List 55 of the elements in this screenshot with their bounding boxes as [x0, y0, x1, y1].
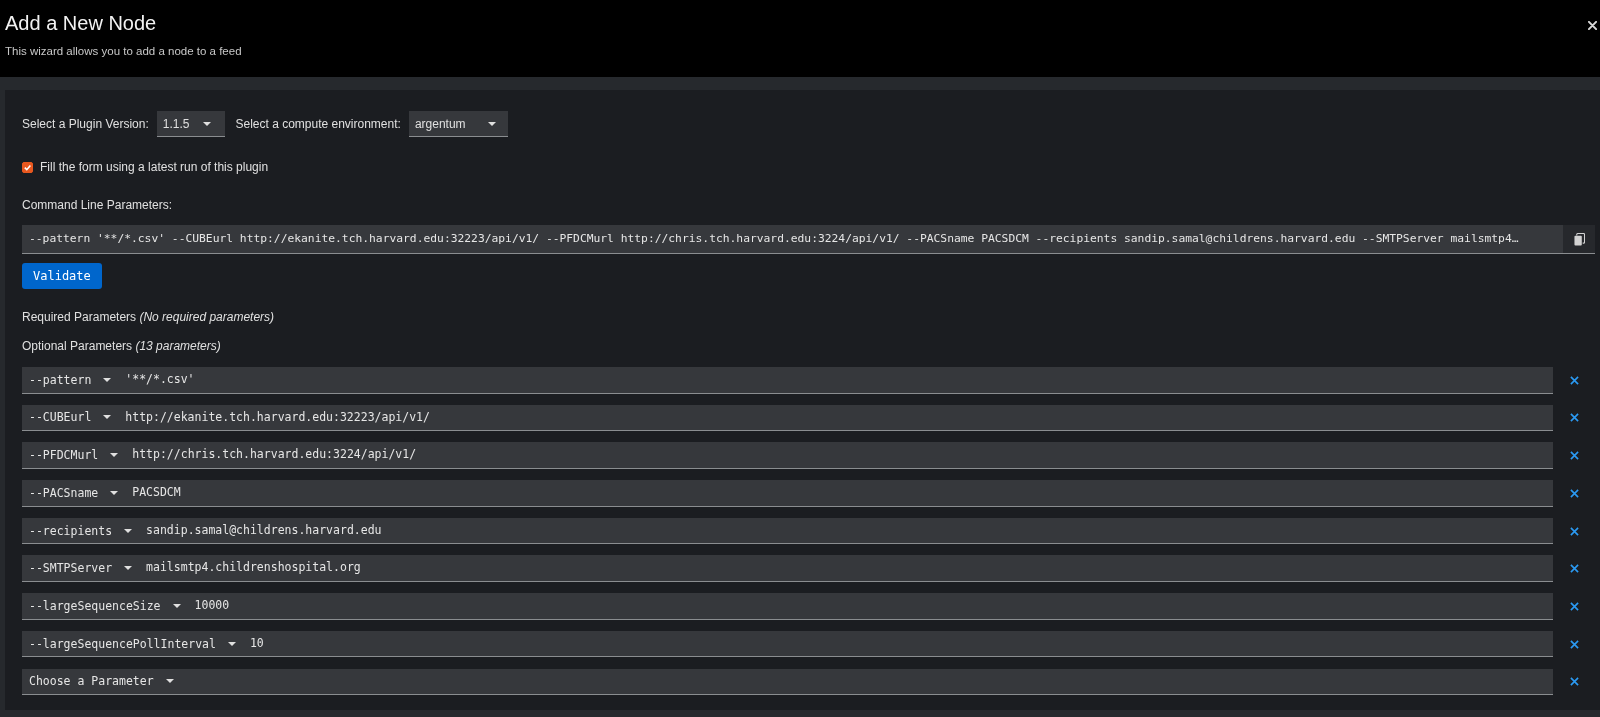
parameter-value-field[interactable]: mailsmtp4.childrenshospital.org	[146, 555, 1553, 582]
parameter-dropdown[interactable]: --recipients	[22, 517, 147, 545]
caret-icon	[487, 121, 496, 126]
caret-icon	[227, 641, 236, 646]
caret-icon	[124, 566, 133, 571]
caret-icon	[110, 490, 119, 495]
caret-icon	[165, 679, 174, 684]
parameter-dropdown[interactable]: --PFDCMurl	[22, 442, 133, 469]
checkbox-label: Fill the form using a latest run of this plugin	[40, 159, 269, 175]
parameter-value-field[interactable]: '**/*.csv'	[125, 367, 1553, 394]
close-icon	[1569, 526, 1579, 536]
close-icon	[1569, 601, 1579, 611]
parameter-dropdown[interactable]: --largeSequencePollInterval	[22, 630, 250, 658]
parameter-value-field[interactable]: 10	[249, 630, 1553, 658]
close-icon	[1569, 413, 1579, 423]
parameter-value-field[interactable]: http://chris.tch.harvard.edu:3224/api/v1/	[132, 442, 1553, 469]
close-icon	[1569, 375, 1579, 385]
parameter-dropdown[interactable]: --SMTPServer	[22, 555, 147, 582]
dialog-title: Add a New Node	[5, 11, 158, 36]
dialog-subtitle: This wizard allows you to add a node to a feed	[5, 44, 242, 58]
command-line-field[interactable]: --pattern '**/*.csv' --CUBEurl http://ekanite.tch.harvard.edu:32223/api/v1/ --PFDCMurl http://chris.tch.harvard.edu:3224/api/v1/ --PACSname PACSDCM --recipients sandip.samal@childrens.harvard.edu --SMTPServer mailsmtp4…	[22, 225, 1563, 254]
parameter-dropdown[interactable]: --largeSequenceSize	[22, 593, 195, 620]
checkbox[interactable]	[22, 161, 33, 173]
plugin-version-select[interactable]: 1.1.5	[156, 111, 226, 137]
parameter-dropdown[interactable]: --PACSname	[22, 480, 133, 507]
caret-icon	[103, 377, 112, 382]
parameter-value-field[interactable]: http://ekanite.tch.harvard.edu:32223/api/v1/	[125, 404, 1553, 432]
caret-icon	[203, 121, 212, 126]
command-line-label: Command Line Parameters:	[22, 198, 173, 213]
optional-parameters-heading: Optional Parameters (13 parameters)	[22, 339, 221, 354]
copy-icon	[1573, 232, 1585, 246]
required-parameters-heading: Required Parameters (No required parameters)	[22, 310, 275, 325]
parameter-value-field[interactable]: PACSDCM	[132, 480, 1553, 507]
copy-button[interactable]	[1563, 225, 1595, 254]
caret-icon	[124, 528, 133, 533]
parameter-dropdown[interactable]: Choose a Parameter	[22, 668, 188, 695]
parameter-value-field[interactable]: sandip.samal@childrens.harvard.edu	[146, 517, 1553, 545]
parameter-value-field[interactable]: 10000	[194, 593, 1553, 620]
caret-icon	[110, 453, 119, 458]
parameter-dropdown[interactable]: --CUBEurl	[22, 404, 126, 432]
plugin-version-label: Select a Plugin Version:	[22, 116, 149, 132]
validate-button[interactable]: Validate	[22, 263, 102, 289]
close-icon	[1569, 451, 1579, 461]
close-button[interactable]	[1588, 21, 1597, 30]
close-icon	[1569, 488, 1579, 498]
compute-environment-label: Select a compute environment:	[235, 116, 401, 132]
compute-environment-select[interactable]: argentum	[408, 111, 508, 137]
close-icon	[1569, 639, 1579, 649]
close-icon	[1569, 677, 1579, 687]
parameter-dropdown[interactable]: --pattern	[22, 367, 126, 394]
caret-icon	[172, 603, 181, 608]
close-icon	[1569, 564, 1579, 574]
close-icon	[1588, 21, 1597, 30]
caret-icon	[103, 415, 112, 420]
parameter-value-field[interactable]	[187, 668, 1553, 695]
